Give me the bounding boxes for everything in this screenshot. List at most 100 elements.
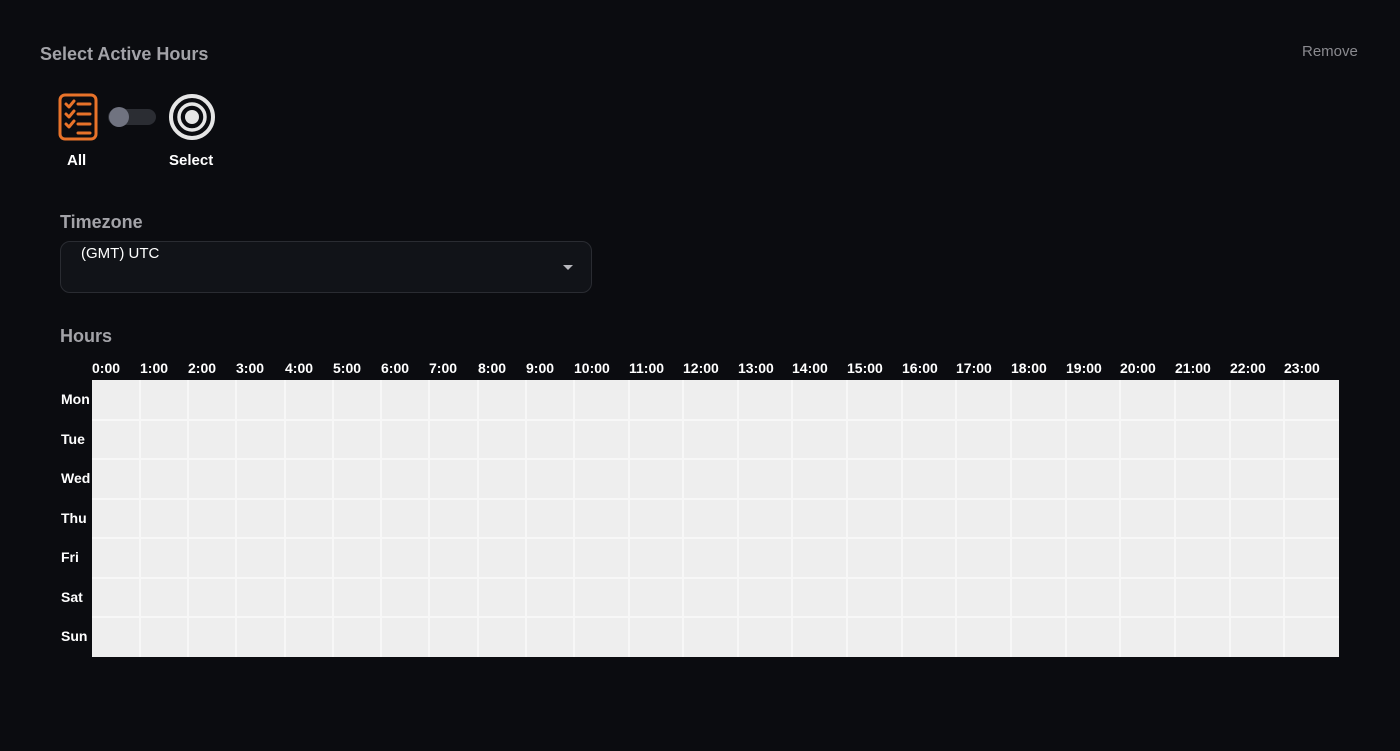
hour-cell[interactable] bbox=[793, 500, 846, 537]
hour-cell[interactable] bbox=[286, 500, 332, 537]
hour-cell[interactable] bbox=[684, 500, 737, 537]
hour-cell[interactable] bbox=[1176, 618, 1229, 657]
hour-cell[interactable] bbox=[1121, 618, 1174, 657]
hour-cell[interactable] bbox=[1231, 380, 1283, 419]
hour-cell[interactable] bbox=[1231, 618, 1283, 657]
hour-cell[interactable] bbox=[1121, 539, 1174, 577]
hour-cell[interactable] bbox=[430, 579, 477, 616]
hour-cell[interactable] bbox=[793, 579, 846, 616]
hour-cell[interactable] bbox=[189, 539, 235, 577]
hour-cell[interactable] bbox=[430, 500, 477, 537]
hour-cell[interactable] bbox=[1012, 539, 1065, 577]
hour-cell[interactable] bbox=[189, 579, 235, 616]
hour-cell[interactable] bbox=[92, 380, 139, 419]
hour-cell[interactable] bbox=[630, 618, 682, 657]
hour-cell[interactable] bbox=[92, 421, 139, 458]
hour-cell[interactable] bbox=[739, 579, 791, 616]
hour-cell[interactable] bbox=[334, 421, 380, 458]
hour-cell[interactable] bbox=[957, 380, 1010, 419]
hour-cell[interactable] bbox=[739, 539, 791, 577]
hour-cell[interactable] bbox=[684, 380, 737, 419]
hour-cell[interactable] bbox=[1067, 380, 1119, 419]
hour-cell[interactable] bbox=[957, 539, 1010, 577]
hour-cell[interactable] bbox=[479, 579, 525, 616]
hour-cell[interactable] bbox=[1285, 618, 1339, 657]
hour-cell[interactable] bbox=[739, 421, 791, 458]
hour-cell[interactable] bbox=[793, 380, 846, 419]
hour-cell[interactable] bbox=[793, 539, 846, 577]
hour-cell[interactable] bbox=[189, 618, 235, 657]
hour-cell[interactable] bbox=[479, 380, 525, 419]
hour-cell[interactable] bbox=[334, 579, 380, 616]
hour-cell[interactable] bbox=[1231, 579, 1283, 616]
hour-cell[interactable] bbox=[739, 618, 791, 657]
hour-cell[interactable] bbox=[575, 618, 628, 657]
hour-cell[interactable] bbox=[957, 579, 1010, 616]
hour-cell[interactable] bbox=[286, 380, 332, 419]
hour-cell[interactable] bbox=[575, 380, 628, 419]
hour-cell[interactable] bbox=[1121, 380, 1174, 419]
hour-cell[interactable] bbox=[848, 500, 901, 537]
hour-cell[interactable] bbox=[141, 460, 187, 498]
hour-cell[interactable] bbox=[92, 500, 139, 537]
hour-cell[interactable] bbox=[141, 579, 187, 616]
hour-cell[interactable] bbox=[1176, 380, 1229, 419]
hour-cell[interactable] bbox=[684, 579, 737, 616]
hour-cell[interactable] bbox=[189, 421, 235, 458]
hour-cell[interactable] bbox=[1231, 421, 1283, 458]
hour-cell[interactable] bbox=[1231, 539, 1283, 577]
hour-cell[interactable] bbox=[479, 460, 525, 498]
hour-cell[interactable] bbox=[527, 579, 573, 616]
hour-cell[interactable] bbox=[1121, 421, 1174, 458]
hour-cell[interactable] bbox=[141, 380, 187, 419]
hour-cell[interactable] bbox=[1231, 460, 1283, 498]
hour-cell[interactable] bbox=[382, 421, 428, 458]
remove-button[interactable]: Remove bbox=[1302, 43, 1358, 60]
hour-cell[interactable] bbox=[527, 460, 573, 498]
hour-cell[interactable] bbox=[957, 618, 1010, 657]
hour-cell[interactable] bbox=[903, 460, 955, 498]
hour-cell[interactable] bbox=[237, 539, 284, 577]
hour-cell[interactable] bbox=[141, 500, 187, 537]
hour-cell[interactable] bbox=[479, 618, 525, 657]
hour-cell[interactable] bbox=[1285, 500, 1339, 537]
hour-cell[interactable] bbox=[382, 579, 428, 616]
hour-cell[interactable] bbox=[684, 460, 737, 498]
hour-cell[interactable] bbox=[957, 500, 1010, 537]
hour-cell[interactable] bbox=[1176, 460, 1229, 498]
hour-cell[interactable] bbox=[382, 618, 428, 657]
hour-cell[interactable] bbox=[1121, 579, 1174, 616]
hour-cell[interactable] bbox=[479, 500, 525, 537]
hour-cell[interactable] bbox=[527, 500, 573, 537]
hour-cell[interactable] bbox=[684, 618, 737, 657]
hour-cell[interactable] bbox=[630, 380, 682, 419]
hour-cell[interactable] bbox=[141, 618, 187, 657]
hour-cell[interactable] bbox=[382, 460, 428, 498]
hour-cell[interactable] bbox=[1012, 460, 1065, 498]
hour-cell[interactable] bbox=[1121, 460, 1174, 498]
hour-cell[interactable] bbox=[237, 579, 284, 616]
hour-cell[interactable] bbox=[1176, 539, 1229, 577]
hour-cell[interactable] bbox=[1067, 421, 1119, 458]
hour-cell[interactable] bbox=[286, 460, 332, 498]
hour-cell[interactable] bbox=[141, 539, 187, 577]
checklist-icon[interactable] bbox=[57, 92, 99, 142]
hour-cell[interactable] bbox=[92, 579, 139, 616]
target-icon[interactable] bbox=[167, 92, 217, 142]
hour-cell[interactable] bbox=[189, 380, 235, 419]
hour-cell[interactable] bbox=[739, 380, 791, 419]
hour-cell[interactable] bbox=[286, 421, 332, 458]
hour-cell[interactable] bbox=[382, 380, 428, 419]
hour-cell[interactable] bbox=[739, 460, 791, 498]
hour-cell[interactable] bbox=[848, 579, 901, 616]
hour-cell[interactable] bbox=[430, 539, 477, 577]
hour-cell[interactable] bbox=[189, 460, 235, 498]
hour-cell[interactable] bbox=[1012, 618, 1065, 657]
timezone-select[interactable]: (GMT) UTC bbox=[60, 241, 592, 293]
hour-cell[interactable] bbox=[1231, 500, 1283, 537]
hour-cell[interactable] bbox=[237, 380, 284, 419]
hour-cell[interactable] bbox=[189, 500, 235, 537]
hour-cell[interactable] bbox=[848, 380, 901, 419]
hour-cell[interactable] bbox=[1285, 380, 1339, 419]
hour-cell[interactable] bbox=[1285, 579, 1339, 616]
